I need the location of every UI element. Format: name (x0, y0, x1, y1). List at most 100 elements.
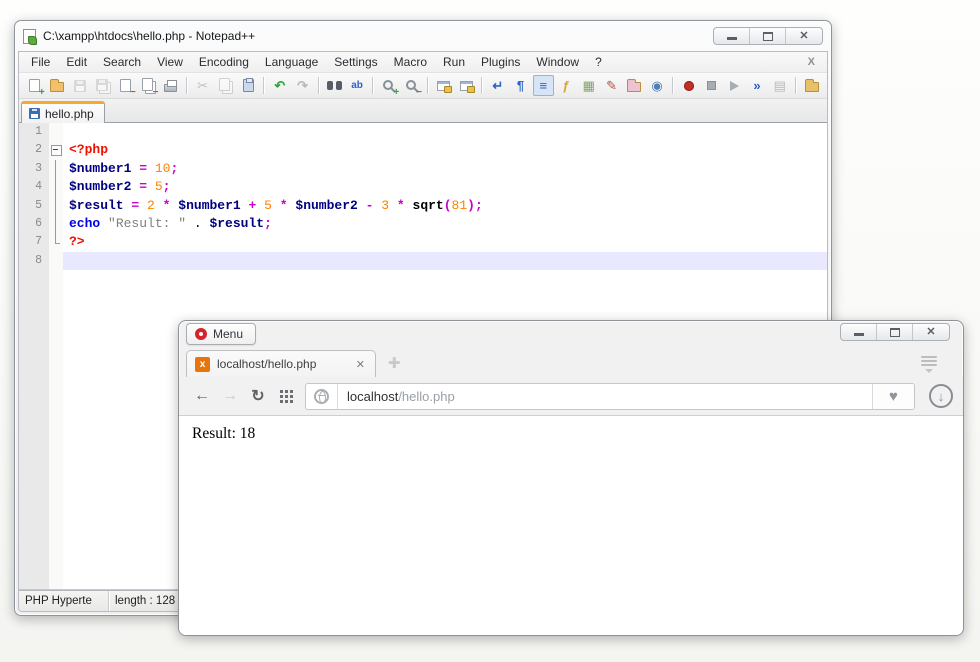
status-doc-type: PHP Hyperte (19, 591, 109, 611)
minimize-button[interactable] (841, 324, 877, 340)
menu-item-encoding[interactable]: Encoding (191, 53, 257, 71)
function-list-icon[interactable]: ƒ (556, 75, 577, 96)
menu-item-window[interactable]: Window (528, 53, 587, 71)
macro-stop-icon[interactable] (701, 75, 722, 96)
back-button[interactable]: ← (189, 383, 215, 409)
fold-margin (49, 215, 63, 233)
maximize-button[interactable] (877, 324, 913, 340)
tab-localhost-hello-php[interactable]: x localhost/hello.php ✕ (186, 350, 376, 377)
line-number: 4 (19, 178, 49, 196)
zoom-in-icon[interactable]: + (378, 75, 399, 96)
saved-file-icon (29, 108, 40, 119)
page-result-text: Result: 18 (192, 425, 255, 442)
url-field[interactable]: localhost/hello.php ♥ (305, 383, 915, 410)
line-number: 6 (19, 215, 49, 233)
save-icon[interactable] (70, 75, 91, 96)
fold-collapse-icon[interactable] (49, 141, 63, 159)
redo-icon[interactable]: ↷ (292, 75, 313, 96)
menu-item-settings[interactable]: Settings (326, 53, 385, 71)
open-file-icon[interactable] (47, 75, 68, 96)
minimize-button[interactable] (714, 28, 750, 44)
fold-margin (49, 233, 63, 251)
fold-margin (49, 123, 63, 141)
opera-logo-icon (195, 328, 207, 340)
print-icon[interactable] (161, 75, 182, 96)
toolbar-separator (795, 77, 796, 94)
new-tab-button[interactable]: ✚ (388, 356, 401, 371)
macro-run-multiple-icon[interactable]: » (747, 75, 768, 96)
paste-icon[interactable] (238, 75, 259, 96)
menu-item-help[interactable]: ? (587, 53, 610, 71)
menu-item-view[interactable]: View (149, 53, 191, 71)
speed-dial-button[interactable] (273, 383, 299, 409)
reload-button[interactable]: ↻ (245, 383, 271, 409)
bookmark-heart-button[interactable]: ♥ (872, 384, 914, 409)
url-text: localhost/hello.php (338, 389, 455, 404)
closed-tabs-icon[interactable] (921, 356, 937, 369)
tab-hello-php[interactable]: hello.php (21, 101, 105, 123)
forward-button[interactable]: → (217, 383, 243, 409)
zoom-out-icon[interactable]: − (401, 75, 422, 96)
line-number: 3 (19, 160, 49, 178)
replace-icon[interactable]: ab (347, 75, 368, 96)
opera-tabstrip: x localhost/hello.php ✕ ✚ (179, 348, 963, 377)
document-map-icon[interactable]: ▦ (578, 75, 599, 96)
menu-item-plugins[interactable]: Plugins (473, 53, 528, 71)
fold-margin (49, 178, 63, 196)
toolbar-separator (318, 77, 319, 94)
code-line-5: 5$result = 2 * $number1 + 5 * $number2 -… (19, 197, 827, 215)
toolbar-separator (263, 77, 264, 94)
sync-horizontal-scroll-icon[interactable] (456, 75, 477, 96)
copy-icon[interactable] (215, 75, 236, 96)
menu-item-file[interactable]: File (23, 53, 58, 71)
notepad-titlebar[interactable]: C:\xampp\htdocs\hello.php - Notepad++ ✕ (15, 21, 831, 51)
xampp-favicon: x (195, 357, 210, 372)
macro-save-icon[interactable]: ▤ (769, 75, 790, 96)
close-button[interactable]: ✕ (913, 324, 949, 340)
code-text (63, 252, 827, 270)
menubar-close-button[interactable]: X (800, 56, 823, 68)
macro-play-icon[interactable] (724, 75, 745, 96)
fold-margin (49, 197, 63, 215)
maximize-icon (890, 328, 900, 337)
opera-titlebar[interactable]: Menu ✕ (179, 321, 963, 348)
undo-icon[interactable]: ↶ (269, 75, 290, 96)
monitoring-eye-icon[interactable]: ◉ (647, 75, 668, 96)
menu-item-run[interactable]: Run (435, 53, 473, 71)
new-file-icon[interactable]: + (24, 75, 45, 96)
menu-item-language[interactable]: Language (257, 53, 326, 71)
macro-record-icon[interactable] (678, 75, 699, 96)
close-all-docs-icon[interactable]: − (138, 75, 159, 96)
find-icon[interactable] (324, 75, 345, 96)
code-line-8: 8 (19, 252, 827, 270)
line-number: 8 (19, 252, 49, 270)
opera-menu-label: Menu (213, 327, 243, 341)
user-defined-language-icon[interactable]: ✎ (601, 75, 622, 96)
load-session-icon[interactable] (801, 75, 822, 96)
maximize-button[interactable] (750, 28, 786, 44)
close-button[interactable]: ✕ (786, 28, 822, 44)
code-text: echo "Result: " . $result; (63, 215, 827, 233)
folder-as-workspace-icon[interactable] (624, 75, 645, 96)
menu-item-edit[interactable]: Edit (58, 53, 95, 71)
menu-item-macro[interactable]: Macro (386, 53, 435, 71)
show-indent-guide-icon[interactable]: ≡ (533, 75, 554, 96)
download-button[interactable]: ↓ (929, 384, 953, 408)
toolbar-separator (672, 77, 673, 94)
toolbar-separator (372, 77, 373, 94)
toolbar-separator (427, 77, 428, 94)
maximize-icon (763, 32, 773, 41)
cut-icon[interactable]: ✂ (192, 75, 213, 96)
url-path: /hello.php (398, 389, 454, 404)
opera-menu-button[interactable]: Menu (186, 323, 256, 345)
word-wrap-icon[interactable]: ↵ (487, 75, 508, 96)
code-line-2: 2<?php (19, 141, 827, 159)
tab-label: hello.php (45, 107, 94, 121)
sync-vertical-scroll-icon[interactable] (433, 75, 454, 96)
close-doc-icon[interactable]: − (115, 75, 136, 96)
code-line-7: 7?> (19, 233, 827, 251)
save-all-icon[interactable] (92, 75, 113, 96)
tab-close-icon[interactable]: ✕ (354, 356, 367, 373)
menu-item-search[interactable]: Search (95, 53, 149, 71)
show-all-characters-icon[interactable]: ¶ (510, 75, 531, 96)
